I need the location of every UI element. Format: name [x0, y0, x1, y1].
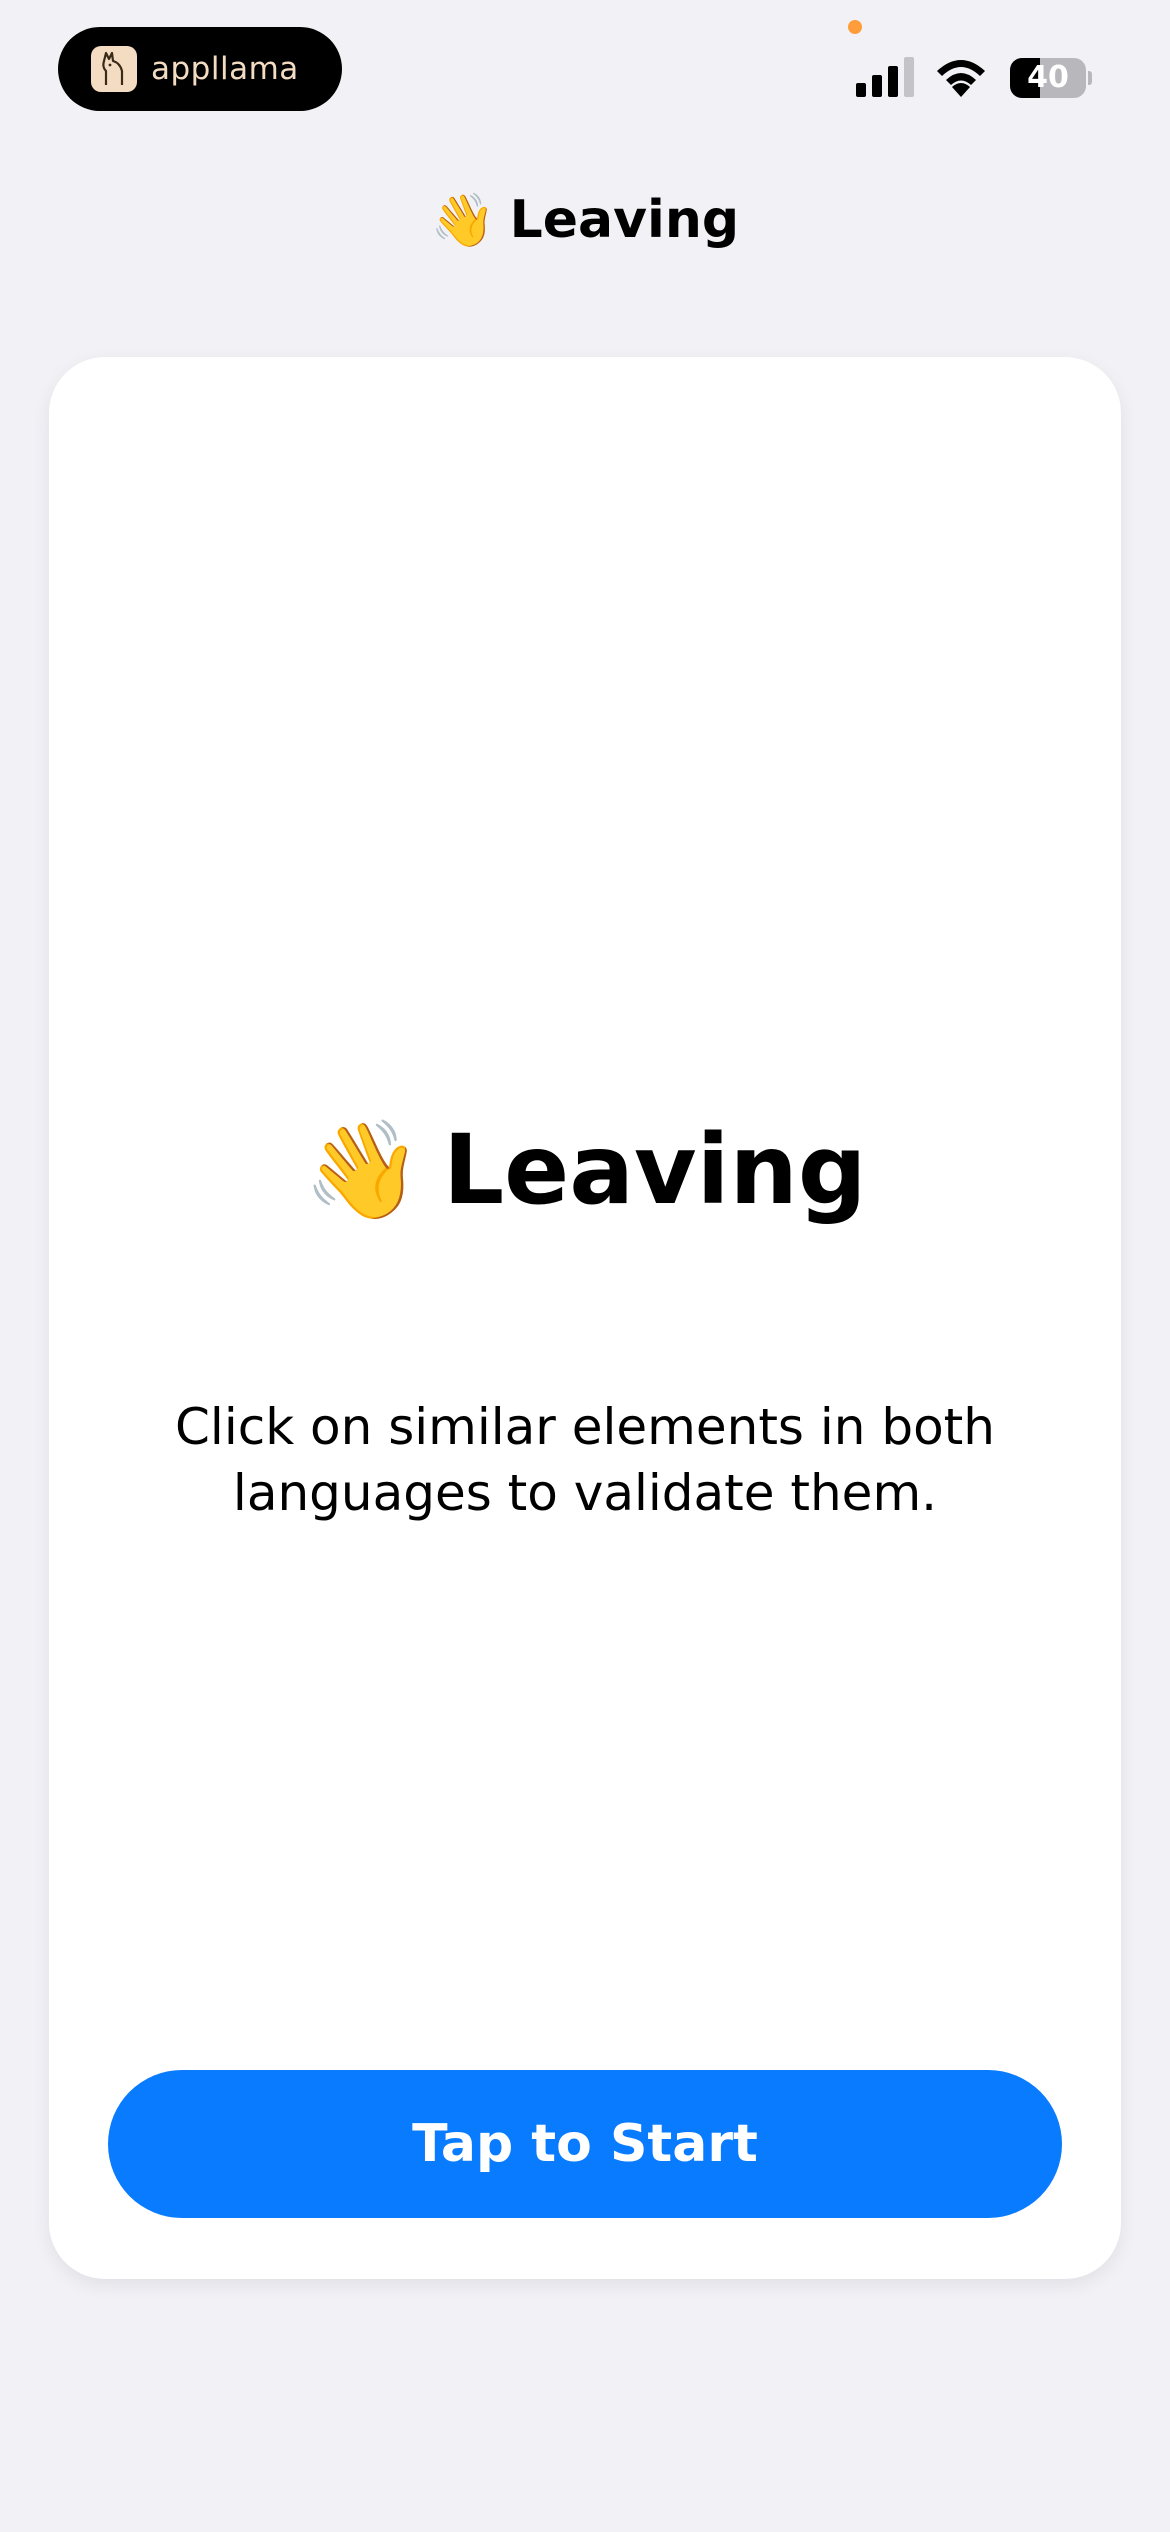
- app-switcher-pill[interactable]: appllama: [58, 27, 342, 111]
- privacy-indicator-dot: [848, 20, 862, 34]
- llama-logo-icon: [91, 46, 137, 92]
- battery-level-text: 40: [1027, 60, 1069, 95]
- lesson-card: [49, 357, 1121, 2279]
- cellular-signal-icon: [856, 57, 914, 97]
- app-name: appllama: [151, 51, 299, 87]
- tap-to-start-button[interactable]: Tap to Start: [108, 2070, 1062, 2218]
- battery-icon: 40: [1010, 58, 1092, 98]
- page-title-text: Leaving: [509, 190, 740, 250]
- lesson-title-text: Leaving: [442, 1114, 867, 1226]
- page-title: 👋 Leaving: [0, 180, 1170, 260]
- wifi-icon: [937, 60, 985, 97]
- lesson-title: 👋 Leaving: [0, 1110, 1170, 1230]
- lesson-instructions: Click on similar elements in both langua…: [175, 1398, 995, 1522]
- waving-hand-icon: 👋: [430, 190, 496, 251]
- waving-hand-icon: 👋: [303, 1113, 423, 1226]
